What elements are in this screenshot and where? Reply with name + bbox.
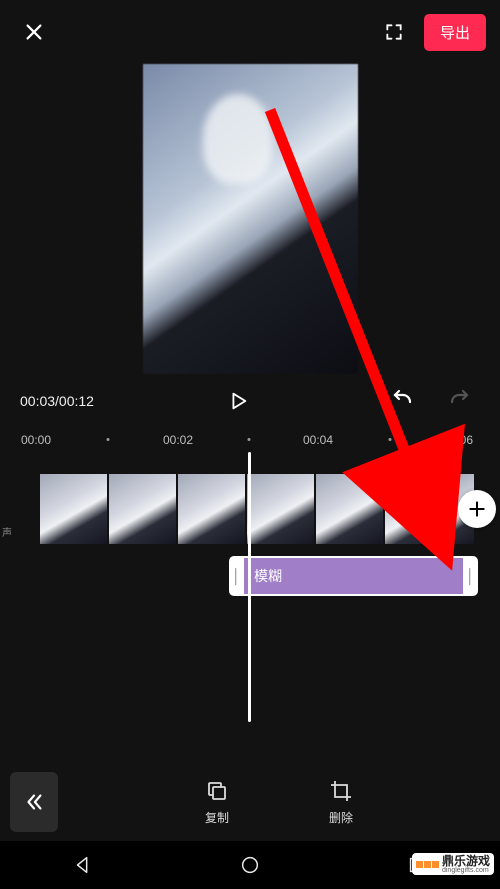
timecode: 00:03/00:12 — [20, 393, 94, 409]
delete-button[interactable]: 删除 — [329, 779, 353, 826]
effect-clip[interactable]: │ 模糊 │ — [229, 556, 478, 596]
watermark-text-cn: 鼎乐游戏 — [442, 855, 490, 867]
nav-back-button[interactable] — [70, 852, 96, 878]
fullscreen-button[interactable] — [374, 12, 414, 52]
ruler-dot — [248, 438, 251, 441]
chevrons-left-icon — [23, 791, 45, 813]
fullscreen-icon — [384, 22, 404, 42]
delete-label: 删除 — [329, 809, 353, 826]
time-ruler[interactable]: 00:00 00:02 00:04 00:06 — [0, 428, 500, 452]
watermark-text-en: dinglegifts.com — [442, 867, 490, 874]
clip-thumb[interactable] — [109, 474, 176, 544]
clip-thumb[interactable] — [385, 474, 452, 544]
close-button[interactable] — [14, 12, 54, 52]
preview-area — [0, 64, 500, 374]
clip-thumb[interactable] — [178, 474, 245, 544]
copy-button[interactable]: 复制 — [205, 779, 229, 826]
export-button[interactable]: 导出 — [424, 14, 486, 51]
topbar: 导出 — [0, 0, 500, 64]
clip-handle-right[interactable]: │ — [463, 556, 478, 596]
ruler-mark: 00:04 — [303, 433, 333, 447]
effect-clip-label[interactable]: 模糊 — [244, 556, 463, 596]
nav-back-icon — [72, 854, 94, 876]
play-button[interactable] — [218, 381, 258, 421]
copy-icon — [205, 779, 229, 803]
watermark-logo — [416, 861, 439, 868]
mute-original-sound[interactable]: 声 — [2, 524, 12, 539]
ruler-mark: 00:00 — [21, 433, 51, 447]
redo-button[interactable] — [440, 381, 480, 421]
preview-canvas[interactable] — [143, 64, 358, 374]
clip-thumb[interactable] — [40, 474, 107, 544]
crop-icon — [329, 779, 353, 803]
undo-button[interactable] — [382, 381, 422, 421]
add-clip-button[interactable] — [458, 490, 496, 528]
play-icon — [227, 390, 249, 412]
plus-icon — [467, 499, 487, 519]
nav-home-button[interactable] — [237, 852, 263, 878]
transport-bar: 00:03/00:12 — [0, 374, 500, 428]
toolbar-collapse-button[interactable] — [10, 772, 58, 832]
ruler-mark: 00:02 — [163, 433, 193, 447]
redo-icon — [448, 389, 472, 413]
ruler-mark: 00:06 — [443, 433, 473, 447]
clip-thumb[interactable] — [247, 474, 314, 544]
video-track[interactable] — [40, 474, 500, 544]
bottom-toolbar: 复制 删除 — [0, 763, 500, 841]
timeline[interactable]: 声 │ 模糊 │ — [0, 452, 500, 732]
undo-icon — [390, 389, 414, 413]
nav-home-icon — [239, 854, 261, 876]
watermark: 鼎乐游戏 dinglegifts.com — [412, 853, 494, 875]
close-icon — [23, 21, 45, 43]
ruler-dot — [107, 438, 110, 441]
ruler-dot — [389, 438, 392, 441]
copy-label: 复制 — [205, 809, 229, 826]
clip-thumb[interactable] — [316, 474, 383, 544]
clip-handle-left[interactable]: │ — [229, 556, 244, 596]
playhead[interactable] — [248, 452, 251, 722]
